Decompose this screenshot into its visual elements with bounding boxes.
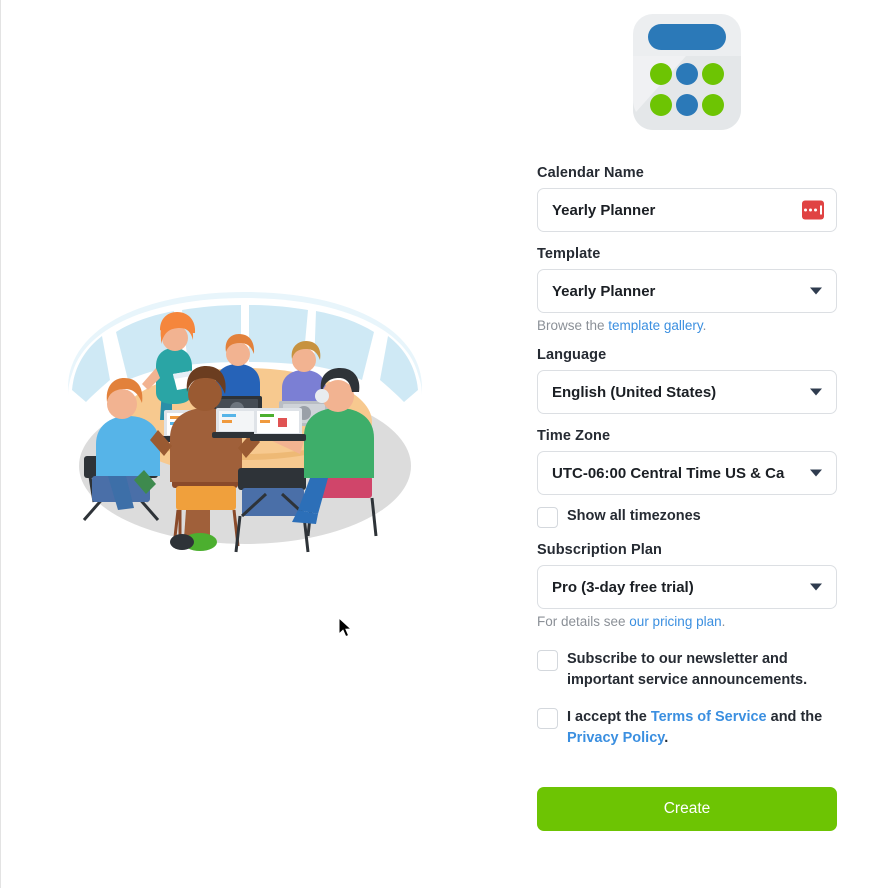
subscription-helper-prefix: For details see (537, 614, 630, 629)
timezone-value: UTC-06:00 Central Time US & Ca (552, 464, 785, 482)
timezone-label: Time Zone (537, 428, 611, 444)
consent-block: Subscribe to our newsletter and importan… (537, 649, 837, 749)
template-gallery-link[interactable]: template gallery (608, 318, 702, 333)
language-value: English (United States) (552, 383, 717, 401)
timezone-select[interactable]: UTC-06:00 Central Time US & Ca (537, 451, 837, 495)
password-manager-icon[interactable] (802, 200, 824, 220)
template-label: Template (537, 246, 601, 262)
chevron-down-icon (810, 287, 822, 295)
pw-dot-1 (804, 208, 808, 212)
chevron-down-icon (810, 583, 822, 591)
pricing-plan-link[interactable]: our pricing plan (629, 614, 721, 629)
calculator-app-logo (628, 8, 746, 136)
subscription-helper-suffix: . (721, 614, 726, 629)
subscription-plan-label: Subscription Plan (537, 542, 662, 558)
template-helper: Browse the template gallery. (537, 318, 837, 333)
newsletter-label: Subscribe to our newsletter and importan… (567, 651, 808, 688)
calendar-name-label: Calendar Name (537, 165, 644, 181)
show-all-timezones-checkbox[interactable] (537, 507, 558, 528)
newsletter-checkbox[interactable] (537, 650, 558, 671)
subscription-plan-value: Pro (3-day free trial) (552, 578, 694, 596)
language-label: Language (537, 347, 607, 363)
create-button[interactable]: Create (537, 787, 837, 831)
subscription-plan-select[interactable]: Pro (3-day free trial) (537, 565, 837, 609)
calendar-name-input[interactable]: Yearly Planner (537, 188, 837, 232)
newsletter-row[interactable]: Subscribe to our newsletter and importan… (537, 649, 837, 691)
terms-label: I accept the Terms of Service and the Pr… (567, 707, 835, 749)
create-calendar-page: Calendar Name Yearly Planner Template Ye… (0, 0, 889, 888)
create-calendar-form-pane: Calendar Name Yearly Planner Template Ye… (500, 0, 889, 888)
pw-caret (820, 205, 822, 215)
team-meeting-illustration (60, 270, 430, 560)
terms-middle: and the (766, 709, 823, 725)
subscription-plan-group: Subscription Plan Pro (3-day free trial)… (537, 542, 837, 629)
template-helper-prefix: Browse the (537, 318, 609, 333)
template-select[interactable]: Yearly Planner (537, 269, 837, 313)
language-group: Language English (United States) (537, 347, 837, 414)
show-all-timezones-row[interactable]: Show all timezones (537, 506, 837, 528)
calendar-name-value: Yearly Planner (552, 201, 656, 219)
terms-suffix: . (664, 730, 669, 746)
terms-checkbox[interactable] (537, 708, 558, 729)
subscription-helper: For details see our pricing plan. (537, 614, 837, 629)
chevron-down-icon (810, 469, 822, 477)
terms-of-service-link[interactable]: Terms of Service (651, 709, 767, 725)
privacy-policy-link[interactable]: Privacy Policy (567, 730, 664, 746)
illustration-pane (0, 0, 500, 888)
language-select[interactable]: English (United States) (537, 370, 837, 414)
pw-dot-3 (814, 208, 818, 212)
show-all-timezones-label: Show all timezones (567, 508, 701, 524)
terms-row[interactable]: I accept the Terms of Service and the Pr… (537, 707, 837, 749)
pw-dot-2 (809, 208, 813, 212)
terms-prefix: I accept the (567, 709, 651, 725)
calendar-name-group: Calendar Name Yearly Planner (537, 165, 837, 232)
template-group: Template Yearly Planner Browse the templ… (537, 246, 837, 333)
template-value: Yearly Planner (552, 282, 656, 300)
form-fields: Calendar Name Yearly Planner Template Ye… (537, 165, 837, 831)
template-helper-suffix: . (702, 318, 707, 333)
chevron-down-icon (810, 388, 822, 396)
timezone-group: Time Zone UTC-06:00 Central Time US & Ca… (537, 428, 837, 528)
